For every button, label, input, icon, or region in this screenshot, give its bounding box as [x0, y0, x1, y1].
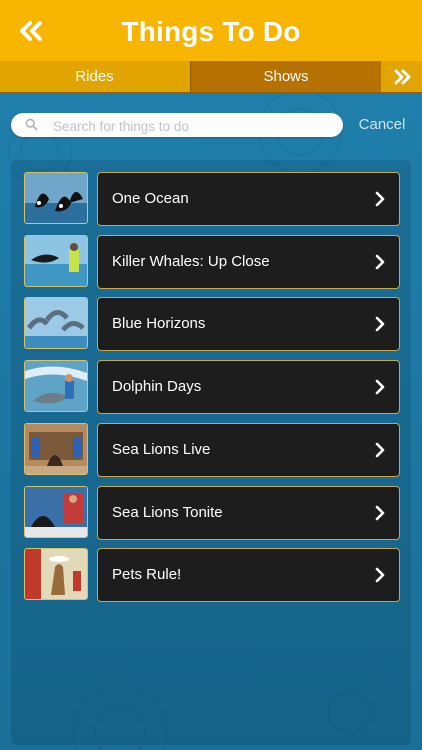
back-button[interactable]: [14, 16, 48, 46]
header-bar: Things To Do: [0, 0, 422, 61]
show-item-button[interactable]: Sea Lions Tonite: [97, 486, 400, 540]
list-item: Sea Lions Tonite: [24, 486, 400, 540]
show-thumbnail: [24, 360, 88, 412]
show-thumbnail: [24, 172, 88, 224]
show-item-button[interactable]: One Ocean: [97, 172, 400, 226]
chevron-right-icon: [375, 442, 385, 458]
chevron-right-icon: [375, 505, 385, 521]
show-thumbnail: [24, 486, 88, 538]
list-item: Blue Horizons: [24, 297, 400, 351]
chevron-right-icon: [375, 191, 385, 207]
cancel-button[interactable]: Cancel: [352, 114, 412, 136]
list-item: Killer Whales: Up Close: [24, 235, 400, 289]
show-item-button[interactable]: Blue Horizons: [97, 297, 400, 351]
tab-rides[interactable]: Rides: [0, 61, 189, 92]
tab-bar: Rides Shows: [0, 61, 422, 93]
show-item-button[interactable]: Pets Rule!: [97, 548, 400, 602]
item-label: Pets Rule!: [112, 566, 182, 583]
page-title: Things To Do: [121, 16, 301, 47]
show-thumbnail: [24, 548, 88, 600]
show-thumbnail: [24, 297, 88, 349]
item-label: One Ocean: [112, 190, 189, 207]
list-item: One Ocean: [24, 172, 400, 226]
show-item-button[interactable]: Sea Lions Live: [97, 423, 400, 477]
item-label: Sea Lions Live: [112, 441, 211, 458]
item-label: Dolphin Days: [112, 378, 202, 395]
tab-shows[interactable]: Shows: [190, 61, 382, 92]
tab-scroll-right-button[interactable]: [381, 61, 422, 92]
list-item: Sea Lions Live: [24, 423, 400, 477]
show-thumbnail: [24, 235, 88, 287]
item-label: Blue Horizons: [112, 315, 206, 332]
chevron-right-icon: [375, 379, 385, 395]
show-thumbnail: [24, 423, 88, 475]
search-input[interactable]: [51, 113, 335, 139]
search-field[interactable]: [11, 113, 343, 139]
item-label: Killer Whales: Up Close: [112, 253, 270, 270]
list-item: Pets Rule!: [24, 548, 400, 602]
chevron-right-icon: [375, 567, 385, 583]
show-item-button[interactable]: Killer Whales: Up Close: [97, 235, 400, 289]
double-chevron-right-icon: [394, 69, 410, 84]
double-chevron-left-icon: [20, 21, 42, 41]
chevron-right-icon: [375, 316, 385, 332]
chevron-right-icon: [375, 254, 385, 270]
search-icon: [25, 118, 38, 131]
show-item-button[interactable]: Dolphin Days: [97, 360, 400, 414]
item-label: Sea Lions Tonite: [112, 504, 223, 521]
list-item: Dolphin Days: [24, 360, 400, 414]
